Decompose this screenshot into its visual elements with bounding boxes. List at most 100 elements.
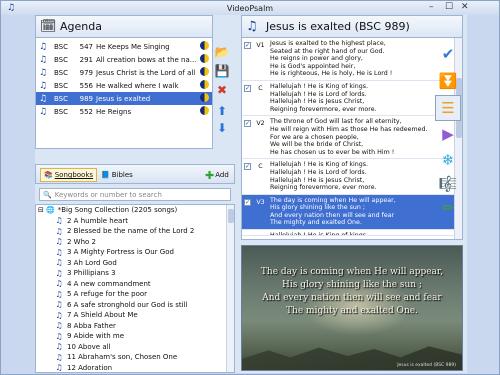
agenda-item[interactable]: ♫ BSC 979 Jesus Christ is the Lord of all [36, 66, 212, 79]
verse-block[interactable]: ✓ C Hallelujah ! He is King of kings. Halle… [242, 159, 462, 195]
display-mode-icon[interactable] [200, 54, 209, 63]
display-mode-icon[interactable] [200, 67, 209, 76]
verse-checkbox[interactable]: ✓ [242, 81, 253, 115]
agenda-item[interactable]: ♫ BSC 552 He Reigns [36, 105, 212, 118]
music-note-icon: ♫ [38, 41, 48, 52]
tree-song-label: 2 Blessed be the name of the Lord 2 [67, 227, 195, 236]
calendar-icon: 🗓 [40, 19, 57, 34]
verse-checkbox[interactable]: ✓ [242, 159, 253, 193]
agenda-item[interactable]: ♫ BSC 291 All creation bows at the na... [36, 53, 212, 66]
tree-song-item[interactable]: ♫ 4 A new commandment [36, 279, 234, 290]
tree-scrollbar[interactable] [226, 205, 234, 372]
preview-lyrics: The day is coming when He will appear, Hi… [242, 266, 462, 318]
minimize-icon[interactable]: – [429, 2, 434, 12]
song-tree: ⊟ 🌐 *Big Song Collection (2205 songs) ♫ 2… [35, 204, 235, 373]
tab-songbooks[interactable]: 📚 Songbooks [40, 168, 98, 182]
save-icon[interactable]: 💾 [215, 64, 230, 78]
verse-block-partial[interactable]: Hallelujah ! He is King of kings. [242, 230, 462, 237]
music-note-icon: ♫ [55, 342, 63, 352]
agenda-item[interactable]: ♫ BSC 556 He walked where I walk [36, 79, 212, 92]
tree-song-item[interactable]: ♫ 2 Who 2 [36, 237, 234, 248]
tab-bibles[interactable]: 📘 Bibles [98, 168, 136, 182]
window-title: VideoPsalm [226, 3, 274, 13]
display-mode-icon[interactable] [200, 93, 209, 102]
tree-song-item[interactable]: ♫ 5 A refuge for the poor [36, 289, 234, 300]
tree-song-item[interactable]: ♫ 2 A humble heart [36, 216, 234, 227]
verse-label: V3 [256, 198, 265, 206]
verse-block[interactable]: ✓ V1 Jesus is exalted to the highest place… [242, 38, 462, 81]
play-icon[interactable]: ▶ [435, 121, 461, 147]
tree-song-item[interactable]: ♫ 12 Adoration [36, 363, 234, 372]
music-note-icon: ♫ [55, 321, 63, 331]
verse-text: Jesus is exalted to the highest place, Se… [268, 38, 462, 80]
music-note-icon: ♫ [55, 268, 63, 278]
tree-song-item[interactable]: ♫ 11 Abraham's son, Chosen One [36, 352, 234, 363]
add-button[interactable]: ✚ Add [202, 168, 232, 182]
verse-block[interactable]: ✓ V2 The throne of God will last for all e… [242, 116, 462, 160]
music-note-icon: ♫ [55, 237, 63, 247]
agenda-item-number: 979 [79, 68, 93, 77]
tree-song-item[interactable]: ♫ 9 Abide with me [36, 331, 234, 342]
verse-line: Hallelujah ! He is Lord of lords. [270, 90, 367, 98]
tree-song-item[interactable]: ♫ 3 Phillipians 3 [36, 268, 234, 279]
delete-icon[interactable]: ✖ [215, 83, 229, 97]
verse-checkbox[interactable]: ✓ [242, 38, 253, 80]
verse-line: His glory shining like the sun ; [270, 204, 365, 212]
agenda-item-number: 291 [79, 55, 93, 64]
display-mode-icon[interactable] [200, 80, 209, 89]
tree-song-item[interactable]: ♫ 3 A Mighty Fortress is Our God [36, 247, 234, 258]
folder-open-icon[interactable]: 📂 [215, 45, 230, 59]
agenda-item-title: He walked where I walk [96, 81, 179, 90]
verse-line: The day is coming when He will appear, [270, 196, 396, 204]
verse-line: He will reign with Him as those He has r… [270, 125, 428, 133]
close-icon[interactable]: ✕ [461, 2, 469, 12]
tree-song-item[interactable]: ♫ 8 Abba Father [36, 321, 234, 332]
snowflake-icon[interactable]: ❄ [435, 147, 461, 173]
music-note-icon: ♫ [55, 216, 63, 226]
verse-block[interactable]: ✓ V3 The day is coming when He will appear… [242, 194, 462, 231]
verse-line: Jesus is exalted to the highest place, [270, 40, 386, 47]
tree-song-item[interactable]: ♫ 6 A safe stronghold our God is still [36, 300, 234, 311]
move-down-icon[interactable]: ⬇ [215, 121, 229, 135]
tab-bibles-label: Bibles [111, 171, 133, 179]
agenda-item-number: 547 [79, 42, 93, 51]
verse-text: The day is coming when He will appear, Hi… [268, 195, 462, 229]
add-button-label: Add [215, 171, 229, 179]
tree-song-item[interactable]: ♫ 10 Above all [36, 342, 234, 353]
music-note-icon: ♫ [246, 19, 258, 34]
display-mode-icon[interactable] [200, 106, 209, 115]
verse-checkbox[interactable]: ✓ [242, 116, 253, 158]
search-input[interactable]: 🔍 Keywords or number to search [39, 188, 231, 201]
check-icon[interactable]: ✔ [435, 41, 461, 67]
collapse-icon[interactable]: ⊟ [38, 206, 46, 214]
music-note-icon: ♫ [55, 247, 63, 257]
agenda-panel: 🗓 Agenda ♫ BSC 547 He Keeps Me Singing ♫ BSC 2… [35, 15, 213, 149]
music-note-icon: ♫ [38, 54, 48, 65]
chevron-down-icon[interactable]: ⏬ [435, 68, 461, 94]
tree-song-item[interactable]: ♫ 2 Blessed be the name of the Lord 2 [36, 226, 234, 237]
agenda-item[interactable]: ♫ BSC 989 Jesus is exalted [36, 92, 212, 105]
maximize-icon[interactable]: ☐ [445, 2, 453, 12]
verse-checkbox[interactable]: ✓ [242, 195, 253, 229]
pencil-icon[interactable]: ✏ [435, 195, 461, 221]
music-export-icon[interactable]: 🎼 [435, 171, 461, 197]
tree-root[interactable]: ⊟ 🌐 *Big Song Collection (2205 songs) [36, 205, 234, 216]
verse-list: ✓ V1 Jesus is exalted to the highest place… [242, 38, 462, 237]
tree-song-item[interactable]: ♫ 3 Ah Lord God [36, 258, 234, 269]
move-up-icon[interactable]: ⬆ [215, 104, 229, 118]
agenda-header: 🗓 Agenda [36, 16, 212, 38]
tree-song-label: 4 A new commandment [67, 279, 151, 288]
preview-credit: Jesus is exalted (BSC 989) [397, 363, 456, 368]
agenda-item[interactable]: ♫ BSC 547 He Keeps Me Singing [36, 40, 212, 53]
lyrics-view-icon[interactable]: ☰ [435, 95, 461, 121]
tree-song-item[interactable]: ♫ 7 A Shield About Me [36, 310, 234, 321]
verse-block[interactable]: ✓ C Hallelujah ! He is King of kings. Halle… [242, 81, 462, 117]
music-note-icon: ♫ [55, 279, 63, 289]
tree-song-label: 12 Adoration [67, 363, 113, 372]
display-mode-icon[interactable] [200, 41, 209, 50]
agenda-item-title: Jesus Christ is the Lord of all [96, 68, 196, 77]
agenda-item-book: BSC [54, 81, 69, 90]
verse-label: V2 [256, 120, 265, 128]
verse-line: Hallelujah ! He is King of kings. [270, 161, 369, 169]
agenda-item-title: Jesus is exalted [96, 94, 151, 103]
